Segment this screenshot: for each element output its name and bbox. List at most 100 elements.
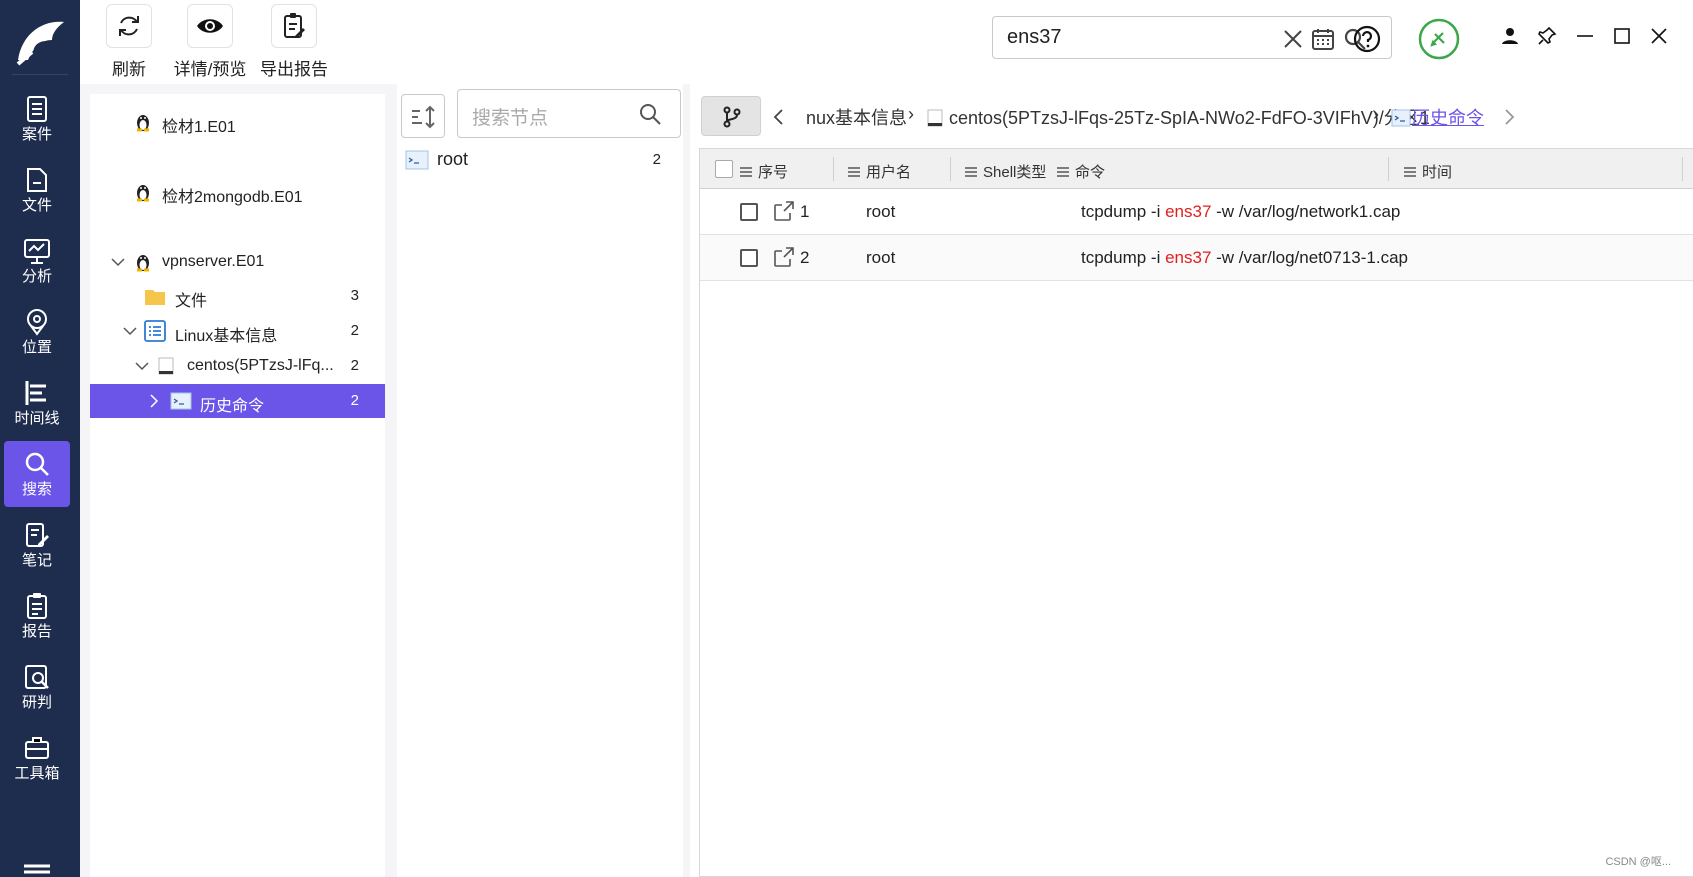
refresh-label: 刷新 <box>112 60 146 79</box>
breadcrumb-separator: › <box>908 104 914 124</box>
app-logo <box>16 21 64 66</box>
nav-label: 案件 <box>21 126 52 143</box>
nav-analysis[interactable]: 分析 <box>4 228 70 294</box>
nav-search[interactable]: 搜索 <box>4 441 70 507</box>
column-header-user[interactable]: 用户名 <box>848 161 911 182</box>
nav-label: 时间线 <box>14 410 60 427</box>
cell-command: tcpdump -i ens37 -w /var/log/net0713-1.c… <box>1081 248 1408 268</box>
linux-penguin-icon <box>137 185 149 202</box>
column-separator[interactable] <box>1682 157 1683 181</box>
terminal-icon <box>405 150 429 170</box>
clear-icon[interactable] <box>1281 27 1305 51</box>
cell-user: root <box>866 202 896 221</box>
chevron-right-icon[interactable] <box>146 393 162 409</box>
column-header-index[interactable]: 序号 <box>740 161 788 182</box>
eye-icon <box>197 19 223 33</box>
column-header-label: 时间 <box>1422 164 1453 181</box>
clipboard-report-icon <box>27 593 47 619</box>
table-row[interactable]: 1 root tcpdump -i ens37 -w /var/log/netw… <box>700 189 1693 235</box>
search-value: ens37 <box>1007 26 1062 48</box>
content-panel: nux基本信息 › centos(5PTzsJ-lFqs-25Tz-SpIA-N… <box>690 84 1693 877</box>
tree-item[interactable]: centos(5PTzsJ-lFq... 2 <box>90 349 385 383</box>
chevron-right-icon[interactable] <box>1502 108 1516 126</box>
maximize-icon[interactable] <box>1612 26 1632 46</box>
nav-toolbox[interactable]: 工具箱 <box>4 725 70 791</box>
branch-icon <box>723 106 741 128</box>
export-report-label: 导出报告 <box>260 60 328 79</box>
sort-button[interactable] <box>401 94 445 138</box>
chevron-left-icon[interactable] <box>772 108 786 126</box>
open-link-icon[interactable] <box>772 245 796 269</box>
branch-button[interactable] <box>701 96 761 136</box>
nav-notes[interactable]: 笔记 <box>4 512 70 578</box>
column-header-label: 序号 <box>758 164 789 181</box>
global-search-input[interactable]: ens37 <box>992 16 1392 59</box>
column-menu-icon <box>740 167 752 177</box>
chevron-down-icon[interactable] <box>134 358 150 374</box>
menu-icon[interactable] <box>24 864 50 877</box>
open-link-icon[interactable] <box>772 199 796 223</box>
tree-item[interactable]: vpnserver.E01 <box>90 245 385 279</box>
tree-item-count: 2 <box>350 392 359 409</box>
column-separator[interactable] <box>833 157 834 181</box>
tree-item[interactable]: 检材1.E01 <box>90 105 385 139</box>
breadcrumb-item[interactable]: nux基本信息 <box>806 104 907 130</box>
nav-report[interactable]: 报告 <box>4 583 70 649</box>
toolbar: 刷新 详情/预览 导出报告 ens37 <box>80 0 1693 84</box>
node-item-count: 2 <box>652 151 661 168</box>
linux-penguin-icon <box>137 115 149 132</box>
terminal-icon <box>170 392 192 410</box>
terminal-icon <box>1391 109 1411 127</box>
nav-label: 研判 <box>21 694 52 711</box>
row-checkbox[interactable] <box>740 249 758 267</box>
tree-item-label: centos(5PTzsJ-lFq... <box>187 357 334 374</box>
breadcrumb-current[interactable]: 历史命令 <box>1412 104 1484 130</box>
select-all-checkbox[interactable] <box>715 160 733 178</box>
minimize-icon[interactable] <box>1575 26 1595 46</box>
node-item[interactable]: root 2 <box>397 144 683 174</box>
tree-item-label: 历史命令 <box>200 398 265 415</box>
close-icon[interactable] <box>1649 26 1669 46</box>
tree-item-count: 3 <box>350 287 359 304</box>
search-icon <box>25 452 49 476</box>
export-report-button[interactable]: 导出报告 <box>252 4 336 80</box>
node-item-label: root <box>437 149 469 169</box>
column-header-command[interactable]: 命令 <box>1057 161 1105 182</box>
row-checkbox[interactable] <box>740 203 758 221</box>
tree-item[interactable]: 检材2mongodb.E01 <box>90 175 385 209</box>
breadcrumb-item[interactable]: centos(5PTzsJ-lFqs-25Tz-SpIA-NWo2-FdFO-3… <box>949 104 1430 130</box>
nav-file[interactable]: 文件 <box>4 157 70 223</box>
calendar-icon[interactable] <box>1311 27 1335 51</box>
nav-location[interactable]: 位置 <box>4 299 70 365</box>
chevron-down-icon[interactable] <box>122 323 138 339</box>
breadcrumb-separator: › <box>1373 104 1379 124</box>
nav-case[interactable]: 案件 <box>4 86 70 152</box>
disk-icon <box>158 357 174 375</box>
node-search-input[interactable]: 搜索节点 <box>457 89 681 138</box>
column-header-shell[interactable]: Shell类型 <box>965 161 1046 182</box>
pin-icon[interactable] <box>1537 26 1557 46</box>
chevron-down-icon[interactable] <box>110 254 126 270</box>
watermark: CSDN @呕... <box>1605 856 1671 868</box>
notification-bell-icon[interactable] <box>1417 17 1461 61</box>
tree-item-selected[interactable]: 历史命令 2 <box>90 384 385 418</box>
nav-timeline[interactable]: 时间线 <box>4 370 70 436</box>
table-row[interactable]: 2 root tcpdump -i ens37 -w /var/log/net0… <box>700 235 1693 281</box>
column-menu-icon <box>1404 167 1416 177</box>
search-icon[interactable] <box>638 102 662 126</box>
column-header-time[interactable]: 时间 <box>1404 161 1452 182</box>
column-separator[interactable] <box>950 157 951 181</box>
column-separator[interactable] <box>1388 157 1389 181</box>
toolbox-icon <box>25 737 49 759</box>
preview-button[interactable]: 详情/预览 <box>168 4 252 80</box>
search-highlight: ens37 <box>1165 248 1212 267</box>
table-header: 序号 用户名 Shell类型 命令 时间 <box>700 149 1693 189</box>
refresh-button[interactable]: 刷新 <box>106 4 152 80</box>
tree-item[interactable]: 文件 3 <box>90 279 385 313</box>
user-icon[interactable] <box>1500 26 1520 46</box>
tree-item[interactable]: Linux基本信息 2 <box>90 314 385 348</box>
nav-judge[interactable]: 研判 <box>4 654 70 720</box>
nav-label: 报告 <box>21 623 52 640</box>
folder-icon <box>145 290 165 305</box>
help-icon[interactable] <box>1353 25 1381 53</box>
